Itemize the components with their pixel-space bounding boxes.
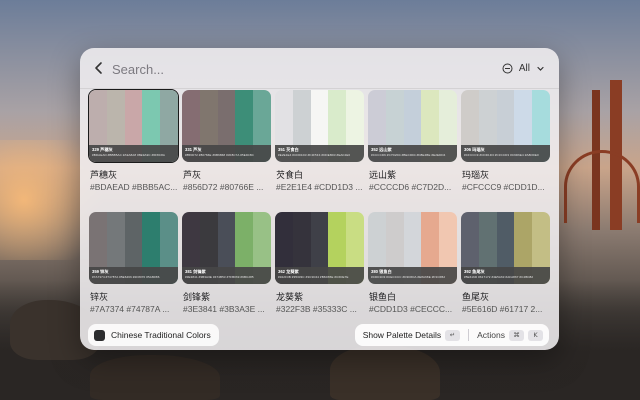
palette-hex-list: #3E3841 #3B3A3E ... bbox=[183, 304, 265, 314]
palette-card[interactable]: 381 剑锋紫 #3E3841 #3B3A3E #474B53 #7FB069 #… bbox=[182, 212, 271, 317]
palette-swatch: 329 芦穗灰 #BDAEAD #BBB5AC #A9A8A8 #8E9A9C #… bbox=[88, 89, 179, 163]
action-panel: Show Palette Details ↵ Actions ⌘ K bbox=[354, 324, 549, 346]
divider bbox=[468, 329, 470, 341]
palette-card[interactable]: 329 芦穗灰 #BDAEAD #BBB5AC #A9A8A8 #8E9A9C #… bbox=[88, 89, 179, 195]
palette-name: 锌灰 bbox=[90, 292, 109, 302]
extension-indicator[interactable]: Chinese Traditional Colors bbox=[88, 324, 219, 346]
palette-caption-codes: #BDAEAD #BBB5AC #A9A8A8 #8E9A9C #6F8C8A bbox=[92, 153, 165, 157]
palette-caption: 362 龙葵紫 #322F3B #35333C #3C3D44 #B6D65E #… bbox=[275, 267, 364, 284]
palette-swatch: 359 锌灰 #7A7374 #74787A #5E6466 #2F8070 #5… bbox=[89, 212, 178, 284]
palette-card[interactable]: 380 银鱼白 #CDD1D3 #CECCCC #D3D6DA #E8A68E #… bbox=[368, 212, 457, 317]
chevron-left-icon[interactable] bbox=[92, 61, 106, 75]
filter-dropdown[interactable]: All bbox=[502, 60, 545, 76]
action-bar: Chinese Traditional Colors Show Palette … bbox=[80, 320, 559, 350]
palette-swatch: 306 玛瑙灰 #CFCCC9 #CDD1D3 #C3CCD3 #C9D6E4 #… bbox=[461, 90, 550, 162]
rock bbox=[90, 355, 220, 400]
palette-caption: 306 玛瑙灰 #CFCCC9 #CDD1D3 #C3CCD3 #C9D6E4 #… bbox=[461, 145, 550, 162]
palette-caption: 352 远山紫 #CCCCD6 #C7D2D4 #BEC9D4 #D8E4BE #… bbox=[368, 145, 457, 162]
palette-hex-list: #322F3B #35333C ... bbox=[276, 304, 357, 314]
palette-name: 远山紫 bbox=[369, 170, 397, 180]
launcher-window: All 329 芦穗灰#BDAEAD #BBB5AC #A9A8A8 #8E9A… bbox=[80, 48, 559, 350]
palette-name: 龙葵紫 bbox=[276, 292, 304, 302]
palette-swatch: 352 远山紫 #CCCCD6 #C7D2D4 #BEC9D4 #D8E4BE #… bbox=[368, 90, 457, 162]
actions-button[interactable]: Actions bbox=[477, 330, 505, 340]
palette-hex-list: #E2E1E4 #CDD1D3 ... bbox=[276, 182, 363, 192]
palette-caption: 359 锌灰 #7A7374 #74787A #5E6466 #2F8070 #5… bbox=[89, 267, 178, 284]
palette-caption-codes: #3E3841 #3B3A3E #474B53 #7FB069 #9BC285 bbox=[185, 275, 254, 279]
palette-caption-codes: #E2E1E4 #CDD1D3 #F4F5F4 #DDE8D3 #EAF2E0 bbox=[278, 153, 351, 157]
palette-card[interactable]: 392 鱼尾灰 #5E616D #617172 #4E5A63 #AFA867 #… bbox=[461, 212, 550, 317]
palette-swatch: 392 鱼尾灰 #5E616D #617172 #4E5A63 #AFA867 #… bbox=[461, 212, 550, 284]
chevron-down-icon bbox=[536, 64, 545, 73]
palette-caption: 381 剑锋紫 #3E3841 #3B3A3E #474B53 #7FB069 #… bbox=[182, 267, 271, 284]
palette-card[interactable]: 352 远山紫 #CCCCD6 #C7D2D4 #BEC9D4 #D8E4BE #… bbox=[368, 90, 457, 195]
palette-hex-list: #856D72 #80766E ... bbox=[183, 182, 264, 192]
palette-caption-codes: #322F3B #35333C #3C3D44 #B6D65E #C6DE7E bbox=[278, 275, 349, 279]
palette-hex-list: #7A7374 #74787A ... bbox=[90, 304, 170, 314]
palette-card[interactable]: 331 芦灰 #856D72 #80766E #6B6868 #3F8C7A #5… bbox=[182, 90, 271, 195]
palette-name: 玛瑙灰 bbox=[462, 170, 490, 180]
palette-hex-list: #CDD1D3 #CECCC... bbox=[369, 304, 453, 314]
palette-caption: 351 芡食白 #E2E1E4 #CDD1D3 #F4F5F4 #DDE8D3 #… bbox=[275, 145, 364, 162]
command-key-icon: ⌘ bbox=[509, 329, 524, 341]
palette-caption: 392 鱼尾灰 #5E616D #617172 #4E5A63 #AFA867 #… bbox=[461, 267, 550, 284]
palette-card[interactable]: 306 玛瑙灰 #CFCCC9 #CDD1D3 #C3CCD3 #C9D6E4 #… bbox=[461, 90, 550, 195]
k-key: K bbox=[528, 329, 543, 341]
palette-name: 鱼尾灰 bbox=[462, 292, 490, 302]
filter-label: All bbox=[518, 62, 530, 74]
palette-swatch: 362 龙葵紫 #322F3B #35333C #3C3D44 #B6D65E #… bbox=[275, 212, 364, 284]
palette-name: 芦穗灰 bbox=[90, 170, 118, 180]
palette-name: 剑锋紫 bbox=[183, 292, 211, 302]
search-input[interactable] bbox=[110, 58, 474, 80]
palette-caption-codes: #CDD1D3 #CECCCC #D3D6DA #E8A68E #F3C6B2 bbox=[371, 275, 446, 279]
palette-hex-list: #5E616D #61717 2... bbox=[462, 304, 543, 314]
palette-caption-codes: #CFCCC9 #CDD1D3 #C3CCD3 #C9D6E4 #A8DDE0 bbox=[464, 153, 539, 157]
palette-card[interactable]: 359 锌灰 #7A7374 #74787A #5E6466 #2F8070 #5… bbox=[89, 212, 178, 317]
palette-swatch: 381 剑锋紫 #3E3841 #3B3A3E #474B53 #7FB069 #… bbox=[182, 212, 271, 284]
palette-hex-list: #BDAEAD #BBB5AC... bbox=[90, 182, 178, 192]
palette-caption: 380 银鱼白 #CDD1D3 #CECCCC #D3D6DA #E8A68E #… bbox=[368, 267, 457, 284]
palette-swatch: 351 芡食白 #E2E1E4 #CDD1D3 #F4F5F4 #DDE8D3 #… bbox=[275, 90, 364, 162]
circle-minus-icon bbox=[502, 63, 513, 74]
palette-caption-codes: #856D72 #80766E #6B6868 #3F8C7A #5E9C8C bbox=[185, 153, 254, 157]
palette-name: 芡食白 bbox=[276, 170, 304, 180]
bridge-illustration bbox=[564, 80, 640, 230]
palette-caption: 329 芦穗灰 #BDAEAD #BBB5AC #A9A8A8 #8E9A9C #… bbox=[89, 145, 178, 162]
palette-name: 芦灰 bbox=[183, 170, 202, 180]
palette-caption-codes: #5E616D #617172 #4E5A63 #AFA867 #C2BD82 bbox=[464, 275, 534, 279]
palette-hex-list: #CFCCC9 #CDD1D... bbox=[462, 182, 545, 192]
palette-hex-list: #CCCCD6 #C7D2D... bbox=[369, 182, 452, 192]
palette-card[interactable]: 362 龙葵紫 #322F3B #35333C #3C3D44 #B6D65E #… bbox=[275, 212, 364, 317]
palette-caption-codes: #CCCCD6 #C7D2D4 #BEC9D4 #D8E4BE #E2EDD4 bbox=[371, 153, 446, 157]
palette-swatch: 331 芦灰 #856D72 #80766E #6B6868 #3F8C7A #5… bbox=[182, 90, 271, 162]
rock bbox=[330, 345, 440, 400]
palette-name: 银鱼白 bbox=[369, 292, 397, 302]
palette-caption: 331 芦灰 #856D72 #80766E #6B6868 #3F8C7A #5… bbox=[182, 145, 271, 162]
return-key-icon: ↵ bbox=[445, 329, 461, 341]
search-bar: All bbox=[80, 48, 559, 89]
extension-name: Chinese Traditional Colors bbox=[111, 330, 211, 340]
palette-swatch: 380 银鱼白 #CDD1D3 #CECCCC #D3D6DA #E8A68E #… bbox=[368, 212, 457, 284]
extension-icon bbox=[94, 329, 105, 341]
palette-caption-codes: #7A7374 #74787A #5E6466 #2F8070 #5A8D86 bbox=[92, 275, 160, 279]
show-palette-details-button[interactable]: Show Palette Details bbox=[363, 330, 441, 340]
palette-card[interactable]: 351 芡食白 #E2E1E4 #CDD1D3 #F4F5F4 #DDE8D3 #… bbox=[275, 90, 364, 195]
